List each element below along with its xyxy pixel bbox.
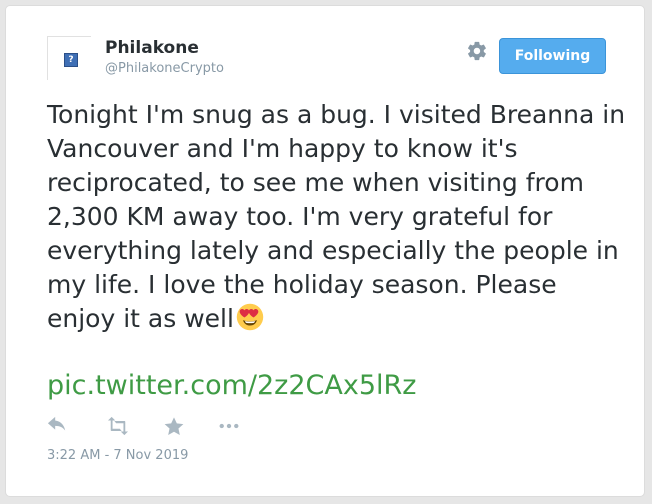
tweet-body: Tonight I'm snug as a bug. I visited Bre…: [47, 100, 633, 333]
reply-icon[interactable]: [46, 416, 68, 436]
broken-image-icon: ?: [64, 53, 78, 67]
gear-icon[interactable]: [466, 40, 488, 62]
tweet-media-link[interactable]: pic.twitter.com/2z2CAx5lRz: [47, 369, 416, 403]
retweet-icon[interactable]: [106, 416, 130, 436]
more-icon[interactable]: [218, 416, 240, 436]
display-name[interactable]: Philakone: [105, 37, 199, 59]
user-handle[interactable]: @PhilakoneCrypto: [105, 60, 224, 78]
heart-eyes-emoji-icon: [236, 303, 264, 331]
avatar[interactable]: ?: [47, 36, 91, 80]
tweet-text: Tonight I'm snug as a bug. I visited Bre…: [47, 98, 627, 336]
tweet-card: ? Philakone @PhilakoneCrypto Following T…: [5, 5, 645, 497]
tweet-timestamp[interactable]: 3:22 AM - 7 Nov 2019: [47, 447, 188, 465]
star-icon[interactable]: [163, 416, 185, 436]
following-button[interactable]: Following: [499, 38, 606, 74]
